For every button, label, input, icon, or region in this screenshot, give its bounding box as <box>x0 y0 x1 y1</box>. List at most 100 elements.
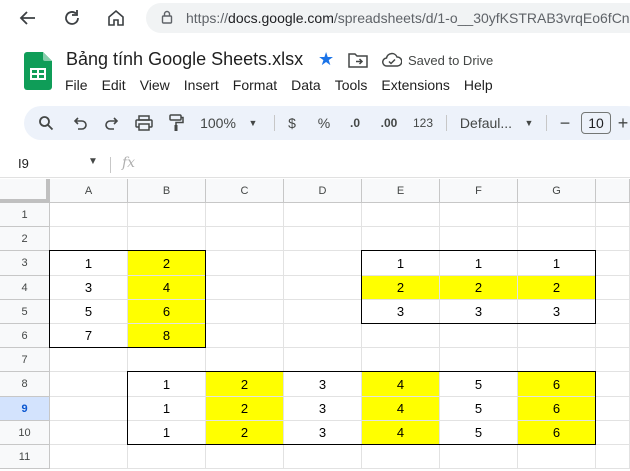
cell-b3[interactable]: 2 <box>128 251 206 276</box>
row-header-7[interactable]: 7 <box>0 348 50 372</box>
cell-b4[interactable]: 4 <box>128 276 206 300</box>
cell-e5[interactable]: 3 <box>362 300 440 324</box>
cell-d6[interactable] <box>284 324 362 348</box>
cell-h7[interactable] <box>596 348 630 372</box>
cell-h10[interactable] <box>596 421 630 445</box>
undo-icon[interactable] <box>68 106 92 140</box>
cell-a1[interactable] <box>50 203 128 227</box>
cell-a10[interactable] <box>50 421 128 445</box>
cell-h2[interactable] <box>596 227 630 251</box>
cell-b7[interactable] <box>128 348 206 372</box>
cell-c4[interactable] <box>206 276 284 300</box>
cell-a3[interactable]: 1 <box>50 251 128 276</box>
cell-c3[interactable] <box>206 251 284 276</box>
cell-f3[interactable]: 1 <box>440 251 518 276</box>
cell-h4[interactable] <box>596 276 630 300</box>
row-header-9[interactable]: 9 <box>0 397 50 421</box>
cell-g8[interactable]: 6 <box>518 372 596 397</box>
cell-a8[interactable] <box>50 372 128 397</box>
cell-c7[interactable] <box>206 348 284 372</box>
cell-a9[interactable] <box>50 397 128 421</box>
move-to-folder-icon[interactable] <box>348 52 368 73</box>
cell-c1[interactable] <box>206 203 284 227</box>
cell-a7[interactable] <box>50 348 128 372</box>
cell-d1[interactable] <box>284 203 362 227</box>
cell-c11[interactable] <box>206 445 284 469</box>
row-header-1[interactable]: 1 <box>0 203 50 227</box>
menu-data[interactable]: Data <box>284 75 328 95</box>
cell-e3[interactable]: 1 <box>362 251 440 276</box>
row-header-3[interactable]: 3 <box>0 251 50 276</box>
menu-format[interactable]: Format <box>226 75 284 95</box>
cell-d8[interactable]: 3 <box>284 372 362 397</box>
cell-g11[interactable] <box>518 445 596 469</box>
home-icon[interactable] <box>104 6 128 30</box>
cell-e4[interactable]: 2 <box>362 276 440 300</box>
cell-h8[interactable] <box>596 372 630 397</box>
cell-b6[interactable]: 8 <box>128 324 206 348</box>
cell-e1[interactable] <box>362 203 440 227</box>
menu-view[interactable]: View <box>133 75 177 95</box>
cell-g4[interactable]: 2 <box>518 276 596 300</box>
format-percent-button[interactable]: % <box>314 106 334 140</box>
zoom-caret-icon[interactable]: ▼ <box>246 106 260 140</box>
cell-e6[interactable] <box>362 324 440 348</box>
cell-a2[interactable] <box>50 227 128 251</box>
cell-c6[interactable] <box>206 324 284 348</box>
cell-d9[interactable]: 3 <box>284 397 362 421</box>
cell-b1[interactable] <box>128 203 206 227</box>
name-box[interactable]: I9 <box>18 156 29 171</box>
star-icon[interactable]: ★ <box>318 49 334 70</box>
site-info-icon[interactable] <box>160 10 174 27</box>
back-arrow-icon[interactable] <box>16 6 40 30</box>
cell-c8[interactable]: 2 <box>206 372 284 397</box>
cell-c5[interactable] <box>206 300 284 324</box>
decrease-font-size-button[interactable]: − <box>556 106 574 140</box>
cell-f8[interactable]: 5 <box>440 372 518 397</box>
cell-b8[interactable]: 1 <box>128 372 206 397</box>
cell-e2[interactable] <box>362 227 440 251</box>
row-header-2[interactable]: 2 <box>0 227 50 251</box>
row-header-5[interactable]: 5 <box>0 300 50 324</box>
row-header-4[interactable]: 4 <box>0 276 50 300</box>
cell-b9[interactable]: 1 <box>128 397 206 421</box>
cell-d5[interactable] <box>284 300 362 324</box>
row-header-6[interactable]: 6 <box>0 324 50 348</box>
column-header-f[interactable]: F <box>440 179 518 203</box>
cell-f2[interactable] <box>440 227 518 251</box>
cell-g7[interactable] <box>518 348 596 372</box>
column-header-g[interactable]: G <box>518 179 596 203</box>
menu-file[interactable]: File <box>58 75 95 95</box>
cell-g1[interactable] <box>518 203 596 227</box>
cell-d10[interactable]: 3 <box>284 421 362 445</box>
menu-insert[interactable]: Insert <box>177 75 226 95</box>
document-title[interactable]: Bảng tính Google Sheets.xlsx <box>66 49 303 70</box>
cell-e10[interactable]: 4 <box>362 421 440 445</box>
cell-f7[interactable] <box>440 348 518 372</box>
select-all-corner[interactable] <box>0 179 50 203</box>
cell-h5[interactable] <box>596 300 630 324</box>
cell-b2[interactable] <box>128 227 206 251</box>
cell-f1[interactable] <box>440 203 518 227</box>
search-menus-icon[interactable] <box>34 106 58 140</box>
cell-g2[interactable] <box>518 227 596 251</box>
cell-f11[interactable] <box>440 445 518 469</box>
format-currency-button[interactable]: $ <box>282 106 302 140</box>
cell-a5[interactable]: 5 <box>50 300 128 324</box>
cell-h1[interactable] <box>596 203 630 227</box>
cell-f4[interactable]: 2 <box>440 276 518 300</box>
cell-a6[interactable]: 7 <box>50 324 128 348</box>
cell-g5[interactable]: 3 <box>518 300 596 324</box>
cell-b5[interactable]: 6 <box>128 300 206 324</box>
menu-help[interactable]: Help <box>457 75 500 95</box>
row-header-10[interactable]: 10 <box>0 421 50 445</box>
more-formats-button[interactable]: 123 <box>408 106 438 140</box>
cell-g6[interactable] <box>518 324 596 348</box>
cell-f5[interactable]: 3 <box>440 300 518 324</box>
cloud-done-icon[interactable] <box>382 52 403 73</box>
decrease-decimal-button[interactable]: .0 <box>342 106 368 140</box>
cell-e8[interactable]: 4 <box>362 372 440 397</box>
cell-f9[interactable]: 5 <box>440 397 518 421</box>
cell-c2[interactable] <box>206 227 284 251</box>
column-header-partial[interactable] <box>596 179 630 203</box>
